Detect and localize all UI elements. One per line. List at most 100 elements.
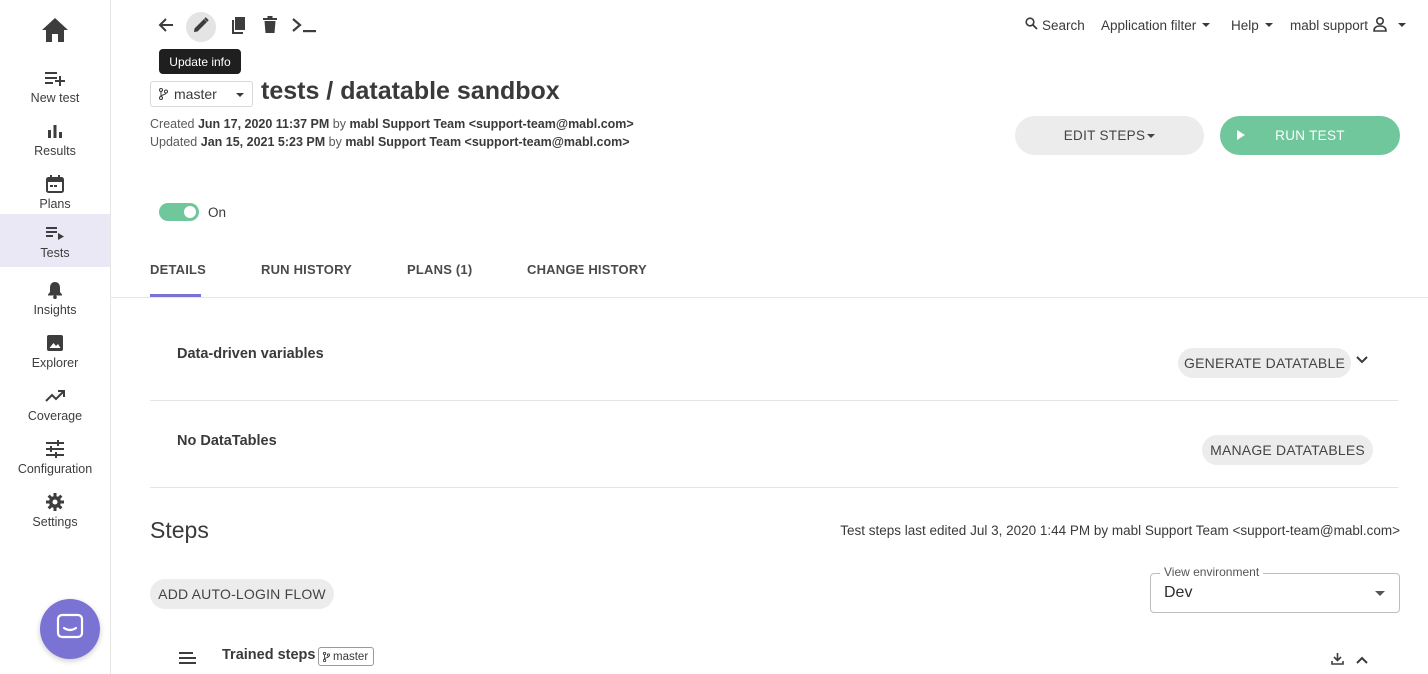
cli-button[interactable] <box>289 12 319 42</box>
help-label: Help <box>1231 17 1259 33</box>
play-icon <box>1237 130 1245 140</box>
download-icon[interactable] <box>1331 652 1344 670</box>
caret-down-icon <box>1398 23 1407 27</box>
playlist-play-icon <box>46 222 64 244</box>
home-icon <box>41 17 69 48</box>
created-prefix: Created <box>150 117 195 131</box>
sidebar-item-settings[interactable]: Settings <box>0 483 110 536</box>
gear-icon <box>46 491 64 513</box>
steps-last-edited: Test steps last edited Jul 3, 2020 1:44 … <box>840 523 1400 538</box>
created-date: Jun 17, 2020 11:37 PM <box>197 117 330 131</box>
sidebar-item-configuration[interactable]: Configuration <box>0 430 110 483</box>
sidebar-item-label: New test <box>30 90 80 105</box>
search-icon <box>1025 17 1038 33</box>
tune-icon <box>46 438 64 460</box>
branch-icon <box>159 88 168 100</box>
sidebar-item-coverage[interactable]: Coverage <box>0 377 110 430</box>
data-driven-variables-label: Data-driven variables <box>177 346 324 362</box>
tabs-divider <box>111 297 1428 298</box>
sidebar-item-plans[interactable]: Plans <box>0 165 110 218</box>
sidebar-item-label: Coverage <box>27 408 83 423</box>
application-filter-dropdown[interactable]: Application filter <box>1101 16 1211 34</box>
sidebar-item-label: Tests <box>40 245 70 260</box>
sidebar-item-label: Explorer <box>31 355 79 370</box>
arrow-left-icon <box>158 17 174 38</box>
created-by: mabl Support Team <support-team@mabl.com… <box>349 117 634 131</box>
add-auto-login-flow-button[interactable]: ADD AUTO-LOGIN FLOW <box>150 579 334 609</box>
manage-datatables-button[interactable]: MANAGE DATATABLES <box>1202 435 1373 465</box>
no-datatables-label: No DataTables <box>177 433 277 449</box>
created-by-word: by <box>332 117 346 131</box>
run-test-button[interactable]: RUN TEST <box>1220 116 1400 155</box>
page-title: tests / datatable sandbox <box>261 77 560 105</box>
chevron-up-icon[interactable] <box>1355 652 1369 670</box>
sidebar-item-label: Plans <box>39 196 71 211</box>
chevron-down-icon[interactable] <box>1355 352 1369 370</box>
duplicate-button[interactable] <box>223 12 253 42</box>
tab-run-history[interactable]: RUN HISTORY <box>261 262 352 277</box>
sidebar-item-label: Insights <box>33 302 77 317</box>
enabled-toggle[interactable] <box>159 203 199 221</box>
application-filter-label: Application filter <box>1101 17 1197 33</box>
caret-down-icon <box>236 93 244 97</box>
updated-date: Jan 15, 2021 5:23 PM <box>200 135 326 149</box>
edit-steps-label: EDIT STEPS <box>1063 128 1146 143</box>
trending-up-icon <box>45 385 65 407</box>
terminal-icon <box>291 17 317 38</box>
updated-by-word: by <box>328 135 342 149</box>
steps-heading: Steps <box>150 517 209 543</box>
pencil-icon <box>193 16 209 38</box>
environment-select-value: Dev <box>1164 584 1193 601</box>
trained-steps-label: Trained steps <box>222 647 316 663</box>
sidebar-item-tests[interactable]: Tests <box>0 214 110 267</box>
search-link[interactable]: Search <box>1025 16 1085 34</box>
sidebar-item-explorer[interactable]: Explorer <box>0 324 110 377</box>
tab-change-history[interactable]: CHANGE HISTORY <box>527 262 647 277</box>
playlist-add-icon <box>45 67 65 89</box>
branch-badge-label: master <box>333 650 369 663</box>
sidebar-item-label: Settings <box>32 514 78 529</box>
sidebar: New test Results Plans Tests Insights Ex… <box>0 0 111 674</box>
back-button[interactable] <box>151 12 181 42</box>
section-divider <box>150 487 1398 488</box>
help-dropdown[interactable]: Help <box>1231 16 1273 34</box>
branch-icon <box>323 651 330 662</box>
copy-icon <box>230 16 246 39</box>
image-icon <box>46 332 64 354</box>
updated-by: mabl Support Team <support-team@mabl.com… <box>345 135 630 149</box>
chat-launcher-button[interactable] <box>40 599 100 659</box>
caret-down-icon <box>1375 591 1385 596</box>
sidebar-item-results[interactable]: Results <box>0 112 110 165</box>
branch-selector[interactable]: master <box>150 81 253 107</box>
trash-icon <box>263 16 277 38</box>
environment-select-label: View environment <box>1160 565 1264 579</box>
toggle-label: On <box>208 205 227 220</box>
steps-list-icon <box>179 651 196 669</box>
sidebar-item-insights[interactable]: Insights <box>0 271 110 324</box>
user-menu[interactable]: mabl support <box>1290 16 1407 35</box>
run-test-label: RUN TEST <box>1275 128 1345 143</box>
delete-button[interactable] <box>255 12 285 42</box>
generate-datatable-button[interactable]: GENERATE DATATABLE <box>1178 348 1351 378</box>
update-info-button[interactable] <box>186 12 216 42</box>
tab-plans[interactable]: PLANS (1) <box>407 262 472 277</box>
branch-label: master <box>174 86 217 102</box>
toggle-knob <box>184 206 196 218</box>
home-button[interactable] <box>0 14 110 50</box>
caret-down-icon <box>1202 23 1211 27</box>
sidebar-item-label: Results <box>34 143 76 158</box>
edit-steps-button[interactable]: EDIT STEPS <box>1015 116 1204 155</box>
user-icon <box>1372 16 1388 35</box>
created-info: Created Jun 17, 2020 11:37 PM by mabl Su… <box>150 117 634 131</box>
bell-icon <box>47 279 63 301</box>
updated-prefix: Updated <box>150 135 198 149</box>
calendar-icon <box>46 173 64 195</box>
section-divider <box>150 400 1398 401</box>
sidebar-item-new-test[interactable]: New test <box>0 59 110 112</box>
branch-badge: master <box>318 647 375 666</box>
chat-icon <box>56 613 84 646</box>
tooltip: Update info <box>159 49 241 74</box>
tab-details[interactable]: DETAILS <box>150 262 206 277</box>
caret-down-icon <box>1264 23 1273 27</box>
bar-chart-icon <box>47 120 63 142</box>
